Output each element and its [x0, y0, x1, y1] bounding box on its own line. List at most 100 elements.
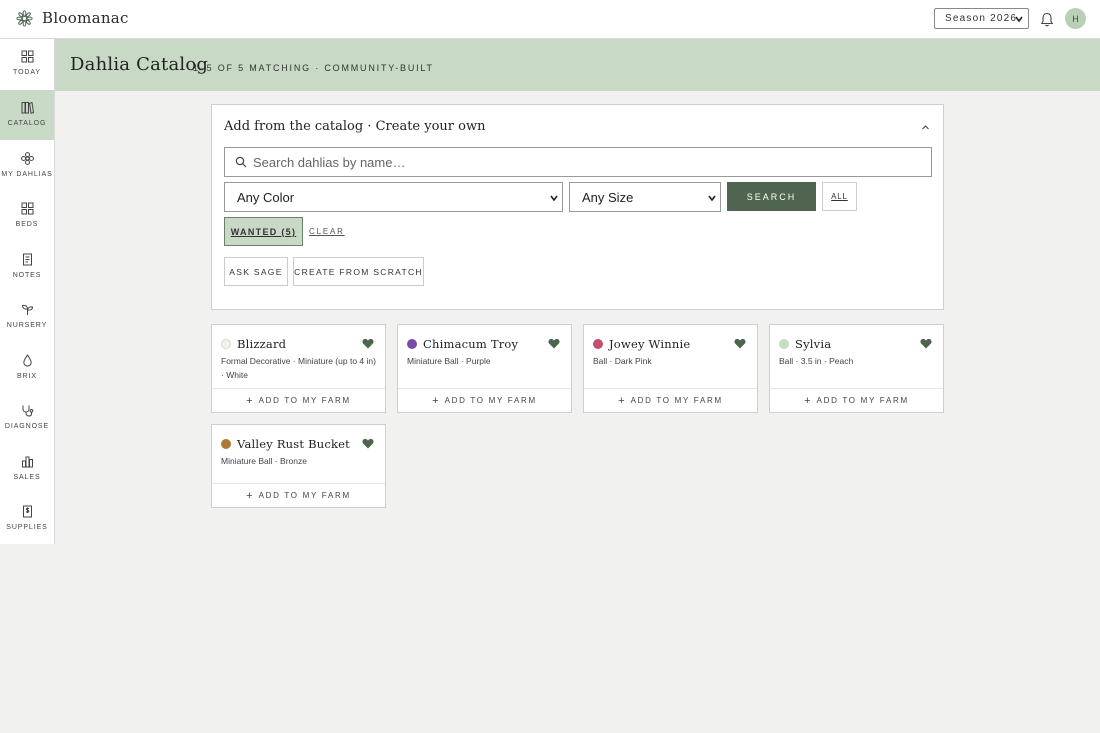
dahlia-card: Jowey Winnie Ball · Dark Pink + ADD TO M… — [583, 324, 758, 413]
page-subtitle: 1–5 OF 5 MATCHING · COMMUNITY-BUILT — [193, 63, 434, 73]
card-description: Miniature Ball · Purple — [407, 356, 491, 366]
plus-icon: + — [246, 394, 253, 407]
brand-name: Bloomanac — [42, 9, 129, 27]
add-to-farm-button[interactable]: + ADD TO MY FARM — [398, 388, 571, 412]
plus-icon: + — [804, 394, 811, 407]
heart-icon[interactable] — [362, 438, 374, 449]
search-input[interactable] — [253, 154, 913, 170]
ask-sage-button[interactable]: ASK SAGE — [224, 257, 288, 286]
flower-icon — [20, 152, 34, 165]
plus-icon: + — [618, 394, 625, 407]
card-name[interactable]: Valley Rust Bucket — [237, 437, 350, 451]
plus-icon: + — [432, 394, 439, 407]
brand[interactable]: Bloomanac — [16, 9, 129, 27]
sidebar-item-catalog[interactable]: CATALOG — [0, 90, 54, 140]
card-description: Ball · Dark Pink — [593, 356, 652, 366]
receipt-icon — [22, 505, 32, 518]
card-name[interactable]: Jowey Winnie — [609, 337, 690, 351]
create-from-scratch-button[interactable]: CREATE FROM SCRATCH — [293, 257, 424, 286]
chevron-down-icon — [550, 195, 558, 202]
add-to-farm-label: ADD TO MY FARM — [816, 396, 909, 405]
sidebar-item-label: NURSERY — [6, 322, 48, 329]
add-to-farm-label: ADD TO MY FARM — [258, 396, 351, 405]
card-name[interactable]: Chimacum Troy — [423, 337, 518, 351]
sidebar-item-label: SALES — [13, 474, 41, 481]
card-description: Miniature Ball · Bronze — [221, 456, 307, 466]
season-select[interactable]: Season 2026 — [934, 8, 1029, 29]
sidebar-item-label: NOTES — [12, 272, 42, 279]
search-icon — [235, 156, 247, 168]
color-select[interactable]: Any Color — [224, 182, 563, 212]
size-select[interactable]: Any Size — [569, 182, 721, 212]
add-to-farm-label: ADD TO MY FARM — [630, 396, 723, 405]
flower-logo-icon — [16, 9, 33, 27]
color-dot — [221, 339, 231, 349]
heart-icon[interactable] — [362, 338, 374, 349]
grid-icon — [21, 50, 33, 63]
add-to-farm-label: ADD TO MY FARM — [258, 491, 351, 500]
heart-icon[interactable] — [734, 338, 746, 349]
sidebar-item-beds[interactable]: BEDS — [0, 191, 54, 241]
card-header: Valley Rust Bucket — [221, 437, 350, 451]
heart-icon[interactable] — [548, 338, 560, 349]
avatar[interactable]: H — [1065, 8, 1086, 29]
all-button[interactable]: ALL — [822, 182, 857, 211]
sidebar-item-label: MY DAHLIAS — [1, 171, 53, 178]
color-dot — [779, 339, 789, 349]
sprout-icon — [21, 304, 33, 315]
card-name[interactable]: Sylvia — [795, 337, 831, 351]
color-select-value: Any Color — [237, 189, 295, 205]
chevron-down-icon — [708, 195, 716, 202]
note-icon — [22, 253, 32, 266]
dahlia-card: Valley Rust Bucket Miniature Ball · Bron… — [211, 424, 386, 508]
sidebar-item-label: BRIX — [17, 373, 37, 380]
grid-icon — [21, 202, 33, 215]
card-description: Ball · 3.5 in · Peach — [779, 356, 854, 366]
search-button[interactable]: SEARCH — [727, 182, 816, 211]
chevron-up-icon[interactable] — [921, 123, 930, 132]
card-name[interactable]: Blizzard — [237, 337, 286, 351]
sidebar-item-diagnose[interactable]: DIAGNOSE — [0, 393, 54, 443]
plus-icon: + — [246, 489, 253, 502]
dahlia-card: Sylvia Ball · 3.5 in · Peach + ADD TO MY… — [769, 324, 944, 413]
color-dot — [221, 439, 231, 449]
drop-icon — [22, 354, 32, 367]
add-catalog-panel: Add from the catalog · Create your own A… — [211, 104, 944, 310]
sidebar-item-label: SUPPLIES — [6, 524, 48, 531]
bell-icon[interactable] — [1040, 12, 1054, 27]
sidebar-item-label: CATALOG — [7, 120, 47, 127]
color-dot — [593, 339, 603, 349]
dahlia-card: Blizzard Formal Decorative · Miniature (… — [211, 324, 386, 413]
wanted-filter-label: WANTED (5) — [230, 226, 297, 237]
add-to-farm-button[interactable]: + ADD TO MY FARM — [584, 388, 757, 412]
sidebar-item-my-dahlias[interactable]: MY DAHLIAS — [0, 141, 54, 191]
sidebar-item-notes[interactable]: NOTES — [0, 242, 54, 292]
sidebar-item-supplies[interactable]: SUPPLIES — [0, 494, 54, 544]
add-to-farm-button[interactable]: + ADD TO MY FARM — [770, 388, 943, 412]
color-dot — [407, 339, 417, 349]
panel-title[interactable]: Add from the catalog · Create your own — [224, 119, 485, 134]
page-title: Dahlia Catalog — [70, 54, 209, 75]
top-bar: Bloomanac Season 2026 H — [0, 0, 1100, 39]
sidebar-item-brix[interactable]: BRIX — [0, 343, 54, 393]
sidebar-item-label: DIAGNOSE — [4, 423, 50, 430]
search-box — [224, 147, 932, 177]
add-to-farm-button[interactable]: + ADD TO MY FARM — [212, 483, 385, 507]
page-banner: Dahlia Catalog 1–5 OF 5 MATCHING · COMMU… — [55, 39, 1100, 91]
add-to-farm-label: ADD TO MY FARM — [444, 396, 537, 405]
wanted-filter-button[interactable]: WANTED (5) — [224, 217, 303, 246]
sidebar: TODAY CATALOG MY DAHLIAS BEDS NOTES NURS… — [0, 39, 55, 544]
sidebar-item-nursery[interactable]: NURSERY — [0, 292, 54, 342]
add-to-farm-button[interactable]: + ADD TO MY FARM — [212, 388, 385, 412]
sidebar-item-sales[interactable]: SALES — [0, 444, 54, 494]
sidebar-item-label: BEDS — [15, 221, 39, 228]
heart-icon[interactable] — [920, 338, 932, 349]
bar-chart-icon — [21, 456, 33, 468]
season-select-value: Season 2026 — [945, 13, 1018, 24]
clear-button[interactable]: CLEAR — [309, 227, 345, 236]
sidebar-item-today[interactable]: TODAY — [0, 39, 54, 89]
stethoscope-icon — [22, 405, 33, 417]
chevron-down-icon — [1015, 16, 1023, 23]
books-icon — [21, 101, 34, 114]
sidebar-item-label: TODAY — [13, 69, 41, 76]
